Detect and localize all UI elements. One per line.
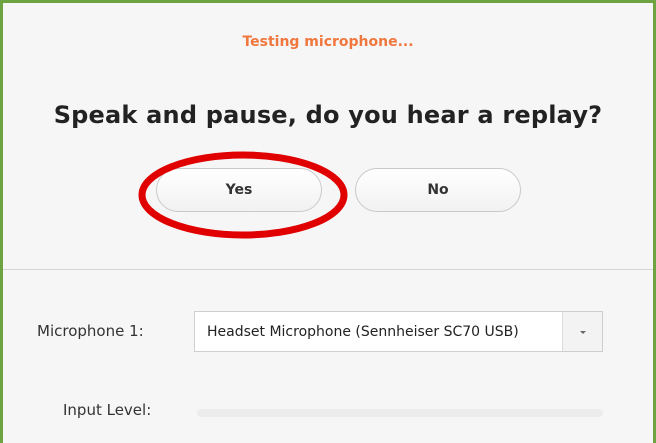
chevron-down-icon[interactable]	[562, 312, 602, 351]
yes-button[interactable]: Yes	[156, 168, 322, 212]
testing-status: Testing microphone...	[242, 34, 414, 50]
microphone-select-value: Headset Microphone (Sennheiser SC70 USB)	[207, 323, 519, 340]
test-section: Testing microphone... Speak and pause, d…	[3, 3, 653, 268]
input-level-label: Input Level:	[63, 401, 152, 419]
microphone-label: Microphone 1:	[37, 322, 144, 340]
no-button[interactable]: No	[355, 168, 521, 212]
microphone-select[interactable]: Headset Microphone (Sennheiser SC70 USB)	[194, 311, 603, 352]
input-level-meter	[197, 409, 603, 417]
replay-question: Speak and pause, do you hear a replay?	[53, 101, 603, 129]
microphone-test-dialog: Testing microphone... Speak and pause, d…	[0, 0, 656, 443]
section-divider	[3, 269, 653, 270]
